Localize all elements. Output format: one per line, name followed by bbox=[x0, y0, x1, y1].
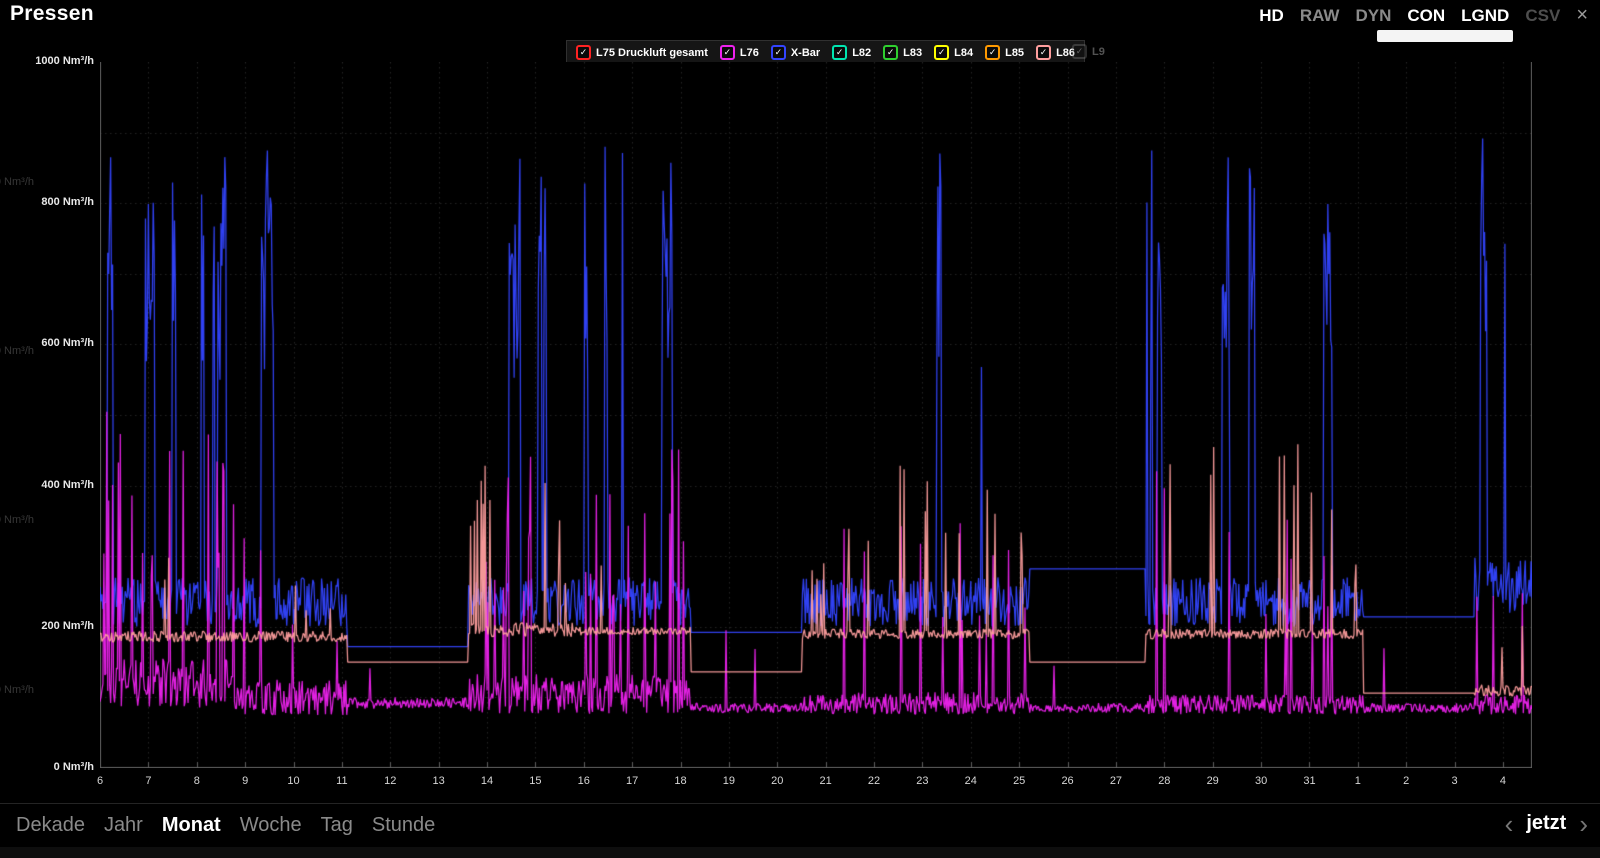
tab-range-woche[interactable]: Woche bbox=[240, 814, 302, 837]
app-root: { "header": { "title": "Pressen", "menu"… bbox=[0, 0, 1600, 858]
footer-toolbar: Dekade Jahr Monat Woche Tag Stunde ‹ jetzt › bbox=[0, 803, 1600, 846]
legend-item-l82[interactable]: ✓ L82 bbox=[832, 45, 871, 60]
x-tick-label: 11 bbox=[325, 775, 359, 787]
x-tick-label: 20 bbox=[760, 775, 794, 787]
menu-item-con-button[interactable]: CON bbox=[1407, 6, 1445, 26]
legend-label-xbar: X-Bar bbox=[791, 47, 820, 59]
y-tick-label: 1000 Nm³/h bbox=[0, 55, 94, 67]
menu-item-raw-button[interactable]: RAW bbox=[1300, 6, 1340, 26]
x-tick-label: 1 bbox=[1341, 775, 1375, 787]
x-tick-label: 19 bbox=[712, 775, 746, 787]
tab-range-stunde[interactable]: Stunde bbox=[372, 814, 435, 837]
legend-item-l84[interactable]: ✓ L84 bbox=[934, 45, 973, 60]
x-tick-label: 17 bbox=[615, 775, 649, 787]
legend-item-dim-label: L9 bbox=[1092, 46, 1105, 58]
legend-checkbox-l84-icon[interactable]: ✓ bbox=[934, 45, 949, 60]
range-tabs: Dekade Jahr Monat Woche Tag Stunde bbox=[0, 814, 435, 837]
x-tick-label: 21 bbox=[809, 775, 843, 787]
menu-item-lgnd-button[interactable]: LGND bbox=[1461, 6, 1509, 26]
tab-range-monat[interactable]: Monat bbox=[162, 814, 221, 837]
x-tick-label: 31 bbox=[1292, 775, 1326, 787]
legend-label-l82: L82 bbox=[852, 47, 871, 59]
legend-item-l85[interactable]: ✓ L85 bbox=[985, 45, 1024, 60]
legend-item-xbar[interactable]: ✓ X-Bar bbox=[771, 45, 820, 60]
legend-checkbox-l86-icon[interactable]: ✓ bbox=[1036, 45, 1051, 60]
time-nav: ‹ jetzt › bbox=[1505, 812, 1588, 835]
x-tick-label: 30 bbox=[1244, 775, 1278, 787]
x-tick-label: 26 bbox=[1051, 775, 1085, 787]
y-tick-label: 200 Nm³/h bbox=[0, 620, 94, 632]
legend-label-l84: L84 bbox=[954, 47, 973, 59]
x-tick-label: 16 bbox=[567, 775, 601, 787]
legend-checkbox-l75-icon[interactable]: ✓ bbox=[576, 45, 591, 60]
y-tick-label: 0 Nm³/h bbox=[0, 761, 94, 773]
menu-item-dyn-button[interactable]: DYN bbox=[1355, 6, 1391, 26]
page-title: Pressen bbox=[10, 2, 94, 26]
x-tick-label: 24 bbox=[954, 775, 988, 787]
jetzt-button[interactable]: jetzt bbox=[1526, 812, 1566, 835]
x-tick-label: 9 bbox=[228, 775, 262, 787]
x-tick-label: 8 bbox=[180, 775, 214, 787]
x-tick-label: 22 bbox=[857, 775, 891, 787]
tab-range-dekade[interactable]: Dekade bbox=[16, 814, 85, 837]
ghost-y-tick-label: 600 Nm³/h bbox=[0, 345, 34, 357]
legend-checkbox-xbar-icon[interactable]: ✓ bbox=[771, 45, 786, 60]
legend-label-l85: L85 bbox=[1005, 47, 1024, 59]
x-tick-label: 15 bbox=[518, 775, 552, 787]
next-chevron-icon[interactable]: › bbox=[1579, 813, 1588, 835]
tab-range-tag[interactable]: Tag bbox=[321, 814, 353, 837]
x-tick-label: 12 bbox=[373, 775, 407, 787]
legend-label-l75: L75 Druckluft gesamt bbox=[596, 47, 708, 59]
x-tick-label: 4 bbox=[1486, 775, 1520, 787]
legend-checkbox-l85-icon[interactable]: ✓ bbox=[985, 45, 1000, 60]
x-tick-label: 14 bbox=[470, 775, 504, 787]
prev-chevron-icon[interactable]: ‹ bbox=[1505, 813, 1514, 835]
ghost-y-tick-label: 400 Nm³/h bbox=[0, 514, 34, 526]
x-tick-label: 13 bbox=[422, 775, 456, 787]
ghost-y-tick-label: 200 Nm³/h bbox=[0, 684, 34, 696]
legend-item-l83[interactable]: ✓ L83 bbox=[883, 45, 922, 60]
window-bottom-edge bbox=[0, 847, 1600, 858]
x-tick-label: 25 bbox=[1002, 775, 1036, 787]
legend-checkbox-dim-icon[interactable]: ✓ bbox=[1072, 44, 1087, 59]
x-tick-label: 10 bbox=[277, 775, 311, 787]
menu-item-csv-button[interactable]: CSV bbox=[1525, 6, 1560, 26]
x-tick-label: 23 bbox=[905, 775, 939, 787]
legend-label-l83: L83 bbox=[903, 47, 922, 59]
x-tick-label: 29 bbox=[1196, 775, 1230, 787]
x-tick-label: 2 bbox=[1389, 775, 1423, 787]
x-tick-label: 28 bbox=[1147, 775, 1181, 787]
x-tick-label: 3 bbox=[1438, 775, 1472, 787]
y-tick-label: 400 Nm³/h bbox=[0, 479, 94, 491]
legend-checkbox-l82-icon[interactable]: ✓ bbox=[832, 45, 847, 60]
legend-item-l86[interactable]: ✓L86 bbox=[1036, 45, 1075, 60]
ghost-y-tick-label: 800 Nm³/h bbox=[0, 176, 34, 188]
x-tick-label: 7 bbox=[131, 775, 165, 787]
x-tick-label: 18 bbox=[664, 775, 698, 787]
scroll-handle[interactable] bbox=[1377, 30, 1513, 42]
legend-item-l75[interactable]: ✓ L75 Druckluft gesamt bbox=[576, 45, 708, 60]
x-tick-label: 6 bbox=[83, 775, 117, 787]
legend-label-l76: L76 bbox=[740, 47, 759, 59]
y-tick-label: 800 Nm³/h bbox=[0, 196, 94, 208]
legend-checkbox-l76-icon[interactable]: ✓ bbox=[720, 45, 735, 60]
chart-canvas[interactable] bbox=[100, 62, 1532, 768]
legend-item-l76[interactable]: ✓ L76 bbox=[720, 45, 759, 60]
close-icon[interactable]: × bbox=[1576, 4, 1588, 27]
header-menu: HD RAW DYN CON LGND CSV × bbox=[1259, 4, 1588, 27]
menu-item-hd-button[interactable]: HD bbox=[1259, 6, 1284, 26]
legend-item-dim[interactable]: ✓ L9 bbox=[1072, 44, 1105, 59]
tab-range-jahr[interactable]: Jahr bbox=[104, 814, 143, 837]
x-tick-label: 27 bbox=[1099, 775, 1133, 787]
legend-checkbox-l83-icon[interactable]: ✓ bbox=[883, 45, 898, 60]
